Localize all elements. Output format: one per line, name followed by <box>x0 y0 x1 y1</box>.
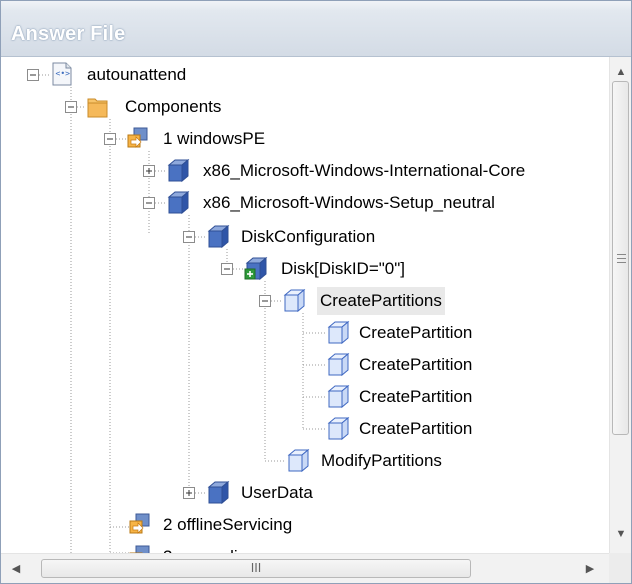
expand-toggle-userdata[interactable] <box>183 487 195 499</box>
tree-node-offlineservicing[interactable]: 2 offlineServicing <box>163 511 292 539</box>
scroll-down-icon[interactable]: ▼ <box>610 523 631 545</box>
setting-cube-icon <box>325 351 351 377</box>
tree-node-generalize[interactable]: 3 generalize <box>163 543 256 553</box>
scroll-right-icon[interactable]: ▶ <box>579 554 601 583</box>
tree-node-userdata[interactable]: UserData <box>241 479 313 507</box>
tree-node-diskconfiguration[interactable]: DiskConfiguration <box>241 223 375 251</box>
horizontal-scroll-thumb[interactable]: III <box>41 559 471 578</box>
component-cube-icon <box>165 157 191 183</box>
scroll-grip-icon <box>617 254 626 263</box>
collapse-toggle-components[interactable] <box>65 101 77 113</box>
configuration-pass-icon <box>127 543 153 553</box>
collapse-toggle-autounattend[interactable] <box>27 69 39 81</box>
setting-cube-icon <box>325 383 351 409</box>
collapse-toggle-createpartitions[interactable] <box>259 295 271 307</box>
answer-file-panel: Answer File <•> autounattend Components … <box>0 0 632 584</box>
collapse-toggle-windowspe[interactable] <box>104 133 116 145</box>
tree-node-international-core[interactable]: x86_Microsoft-Windows-International-Core <box>203 157 525 185</box>
answer-file-tree[interactable]: <•> autounattend Components 1 windowsPE <box>9 57 609 553</box>
folder-icon <box>85 93 111 119</box>
collapse-toggle-setup-neutral[interactable] <box>143 197 155 209</box>
panel-title-bar: Answer File <box>1 1 631 57</box>
collapse-toggle-disk[interactable] <box>221 263 233 275</box>
list-item-cube-icon <box>243 255 269 281</box>
tree-node-setup-neutral[interactable]: x86_Microsoft-Windows-Setup_neutral <box>203 189 495 217</box>
scrollbar-corner <box>609 553 631 583</box>
tree-node-components[interactable]: Components <box>125 93 221 121</box>
vertical-scroll-thumb[interactable] <box>612 81 629 435</box>
scroll-left-icon[interactable]: ◀ <box>5 554 27 583</box>
answer-file-icon: <•> <box>49 61 75 87</box>
component-cube-icon <box>165 189 191 215</box>
setting-cube-icon <box>281 287 307 313</box>
tree-node-disk[interactable]: Disk[DiskID="0"] <box>281 255 405 283</box>
horizontal-scrollbar[interactable]: ◀ III ▶ <box>1 553 609 583</box>
configuration-pass-icon <box>127 511 153 537</box>
scroll-grip-icon: III <box>250 561 262 575</box>
component-cube-icon <box>205 479 231 505</box>
tree-node-createpartition[interactable]: CreatePartition <box>359 415 472 443</box>
configuration-pass-icon <box>125 125 151 151</box>
panel-title: Answer File <box>11 23 126 45</box>
tree-node-modifypartitions[interactable]: ModifyPartitions <box>321 447 442 475</box>
svg-text:<•>: <•> <box>56 69 71 78</box>
component-cube-icon <box>205 223 231 249</box>
tree-node-createpartition[interactable]: CreatePartition <box>359 383 472 411</box>
tree-node-windowspe[interactable]: 1 windowsPE <box>163 125 265 153</box>
tree-node-autounattend[interactable]: autounattend <box>87 61 186 89</box>
scroll-up-icon[interactable]: ▲ <box>610 61 631 83</box>
vertical-scrollbar[interactable]: ▲ ▼ <box>609 57 631 553</box>
tree-node-createpartition[interactable]: CreatePartition <box>359 351 472 379</box>
setting-cube-icon <box>285 447 311 473</box>
collapse-toggle-diskconfiguration[interactable] <box>183 231 195 243</box>
setting-cube-icon <box>325 319 351 345</box>
expand-toggle-international-core[interactable] <box>143 165 155 177</box>
tree-node-createpartitions[interactable]: CreatePartitions <box>317 287 445 315</box>
tree-node-createpartition[interactable]: CreatePartition <box>359 319 472 347</box>
setting-cube-icon <box>325 415 351 441</box>
